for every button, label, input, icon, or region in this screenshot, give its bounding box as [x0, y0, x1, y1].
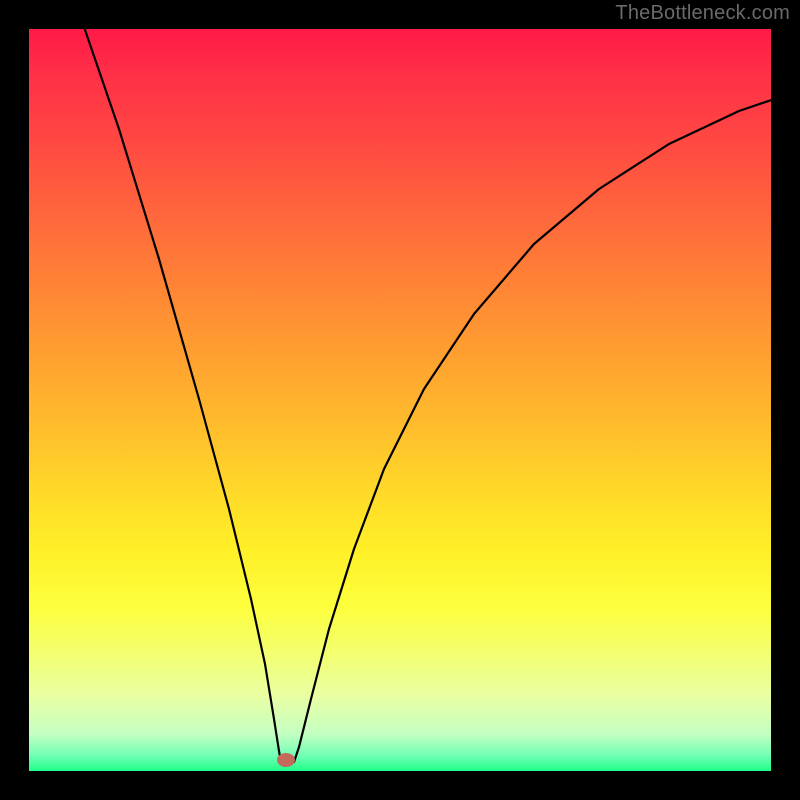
plot-area [29, 29, 771, 771]
curve-path [83, 29, 771, 762]
chart-frame: TheBottleneck.com [0, 0, 800, 800]
watermark-text: TheBottleneck.com [615, 2, 790, 25]
optimal-point-marker [277, 753, 295, 767]
bottleneck-curve [29, 29, 771, 771]
